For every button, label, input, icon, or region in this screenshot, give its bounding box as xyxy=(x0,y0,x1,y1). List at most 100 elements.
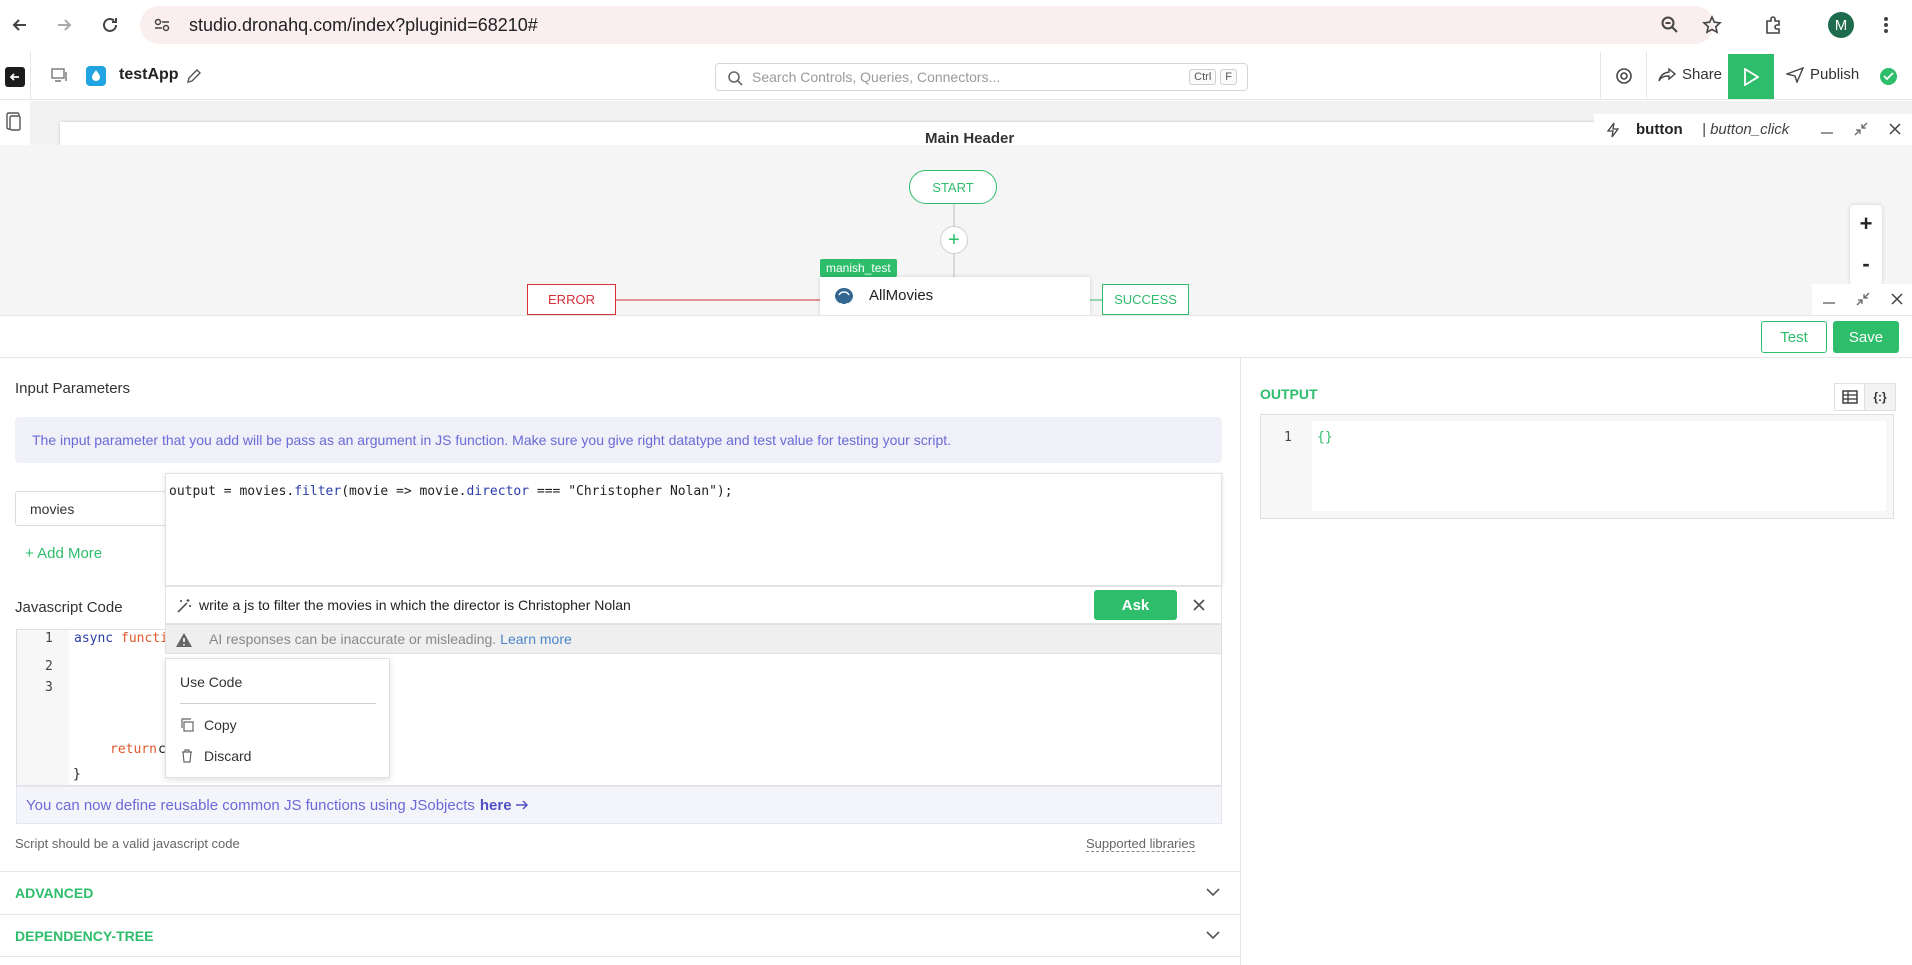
ai-prompt-input[interactable]: write a js to filter the movies in which… xyxy=(165,586,1222,624)
code-closing-brace: } xyxy=(73,767,81,782)
profile-avatar[interactable]: M xyxy=(1828,12,1854,38)
preview-run-button[interactable] xyxy=(1728,54,1774,99)
code-token: (movie => movie. xyxy=(341,484,467,499)
close-icon[interactable] xyxy=(1188,594,1210,616)
code-property: director xyxy=(466,484,530,499)
extensions-icon[interactable] xyxy=(1758,9,1790,41)
jsobjects-notice: You can now define reusable common JS fu… xyxy=(16,786,1222,824)
collapse-icon[interactable] xyxy=(1854,122,1868,136)
code-function-keyword: functi xyxy=(121,631,168,646)
site-settings-icon[interactable] xyxy=(153,16,171,34)
device-preview-icon[interactable] xyxy=(51,68,69,84)
line-number: 3 xyxy=(45,680,53,695)
query-connector-tag: manish_test xyxy=(820,259,897,277)
code-method: filter xyxy=(294,484,342,499)
edit-pencil-icon[interactable] xyxy=(186,68,202,84)
ai-action-menu: Use Code Copy Discard xyxy=(165,658,390,778)
publish-label: Publish xyxy=(1810,66,1860,83)
menu-item-label: Discard xyxy=(204,748,252,764)
address-bar[interactable]: studio.dronahq.com/index?pluginid=68210# xyxy=(140,6,1714,44)
code-gutter: 1 2 3 xyxy=(17,630,69,785)
add-more-parameter-button[interactable]: + Add More xyxy=(25,545,102,562)
ai-generated-code: output = movies.filter(movie => movie.di… xyxy=(169,484,733,499)
arrow-right-icon xyxy=(515,799,529,811)
copy-icon xyxy=(180,718,194,732)
mobile-device-icon[interactable] xyxy=(5,112,23,132)
settings-gear-icon[interactable] xyxy=(1614,66,1634,86)
search-shortcut: Ctrl F xyxy=(1189,69,1237,85)
publish-button[interactable]: Publish xyxy=(1786,66,1859,83)
header-divider xyxy=(1646,52,1647,100)
reload-icon[interactable] xyxy=(94,9,126,41)
close-icon[interactable] xyxy=(1888,122,1902,136)
minimize-icon[interactable] xyxy=(1820,122,1834,136)
trash-icon xyxy=(180,749,194,763)
advanced-accordion[interactable]: ADVANCED xyxy=(0,871,1240,914)
use-code-menu-item[interactable]: Use Code xyxy=(166,669,391,695)
ai-warning-bar: AI responses can be inaccurate or mislea… xyxy=(165,624,1222,654)
app-logo-icon xyxy=(86,66,106,86)
error-branch-node[interactable]: ERROR xyxy=(527,284,616,315)
zoom-controls: + - xyxy=(1850,205,1882,285)
zoom-out-button[interactable]: - xyxy=(1850,249,1882,279)
url-text: studio.dronahq.com/index?pluginid=68210# xyxy=(189,14,538,35)
panel-vertical-divider xyxy=(1240,358,1241,965)
app-name: testApp xyxy=(119,66,179,83)
supported-libraries-link[interactable]: Supported libraries xyxy=(1086,836,1196,852)
copy-menu-item[interactable]: Copy xyxy=(166,712,391,738)
chevron-down-icon xyxy=(1206,930,1220,940)
minimize-icon[interactable] xyxy=(1822,292,1836,306)
send-icon xyxy=(1786,66,1804,83)
query-node[interactable]: AllMovies xyxy=(820,277,1090,315)
collapse-icon[interactable] xyxy=(1856,292,1870,306)
code-return-keyword: return xyxy=(110,742,157,757)
bookmark-star-icon[interactable] xyxy=(1696,9,1728,41)
json-view-icon[interactable]: {:} xyxy=(1864,383,1896,411)
share-label: Share xyxy=(1682,66,1723,83)
discard-menu-item[interactable]: Discard xyxy=(166,743,391,769)
global-search-input[interactable]: Search Controls, Queries, Connectors... … xyxy=(715,63,1248,91)
saved-check-icon xyxy=(1880,68,1897,85)
browser-menu-icon[interactable] xyxy=(1870,9,1902,41)
search-placeholder: Search Controls, Queries, Connectors... xyxy=(752,69,1001,85)
warning-triangle-icon xyxy=(175,632,193,648)
output-heading: OUTPUT xyxy=(1260,386,1318,402)
code-async-keyword: async xyxy=(74,631,114,646)
panel-event-name: | button_click xyxy=(1702,121,1790,138)
forward-arrow-icon[interactable] xyxy=(48,9,80,41)
ai-prompt-text: write a js to filter the movies in which… xyxy=(199,597,631,613)
accordion-label: DEPENDENCY-TREE xyxy=(15,927,154,944)
magic-wand-icon xyxy=(176,598,192,614)
line-number: 1 xyxy=(45,631,53,646)
exit-editor-icon[interactable] xyxy=(5,67,25,87)
jsobjects-link[interactable]: here xyxy=(480,797,512,814)
code-token: === "Christopher Nolan"); xyxy=(529,484,733,499)
dependency-tree-accordion[interactable]: DEPENDENCY-TREE xyxy=(0,914,1240,957)
output-line-number: 1 xyxy=(1284,430,1292,445)
play-icon xyxy=(1743,67,1759,86)
panel-divider xyxy=(0,357,1912,358)
line-number: 2 xyxy=(45,659,53,674)
zoom-in-button[interactable]: + xyxy=(1850,209,1882,239)
add-step-button[interactable]: + xyxy=(940,226,968,254)
test-button[interactable]: Test xyxy=(1761,321,1827,353)
jsobjects-text: You can now define reusable common JS fu… xyxy=(26,796,475,814)
table-view-icon[interactable] xyxy=(1834,383,1866,411)
menu-divider xyxy=(180,703,376,704)
parameter-name-input[interactable]: movies xyxy=(15,491,175,526)
close-icon[interactable] xyxy=(1890,292,1904,306)
start-node[interactable]: START xyxy=(909,170,997,204)
save-button[interactable]: Save xyxy=(1833,321,1899,353)
menu-item-label: Use Code xyxy=(180,674,243,690)
ask-button[interactable]: Ask xyxy=(1094,590,1177,620)
back-arrow-icon[interactable] xyxy=(4,9,36,41)
success-branch-node[interactable]: SUCCESS xyxy=(1102,284,1189,315)
shortcut-key: F xyxy=(1220,69,1237,85)
script-hint: Script should be a valid javascript code xyxy=(15,836,240,851)
header-divider xyxy=(30,52,31,100)
learn-more-link[interactable]: Learn more xyxy=(500,631,572,647)
share-button[interactable]: Share xyxy=(1658,66,1722,83)
javascript-code-heading: Javascript Code xyxy=(15,599,123,616)
ai-warning-text: AI responses can be inaccurate or mislea… xyxy=(209,631,572,647)
zoom-icon[interactable] xyxy=(1654,9,1686,41)
